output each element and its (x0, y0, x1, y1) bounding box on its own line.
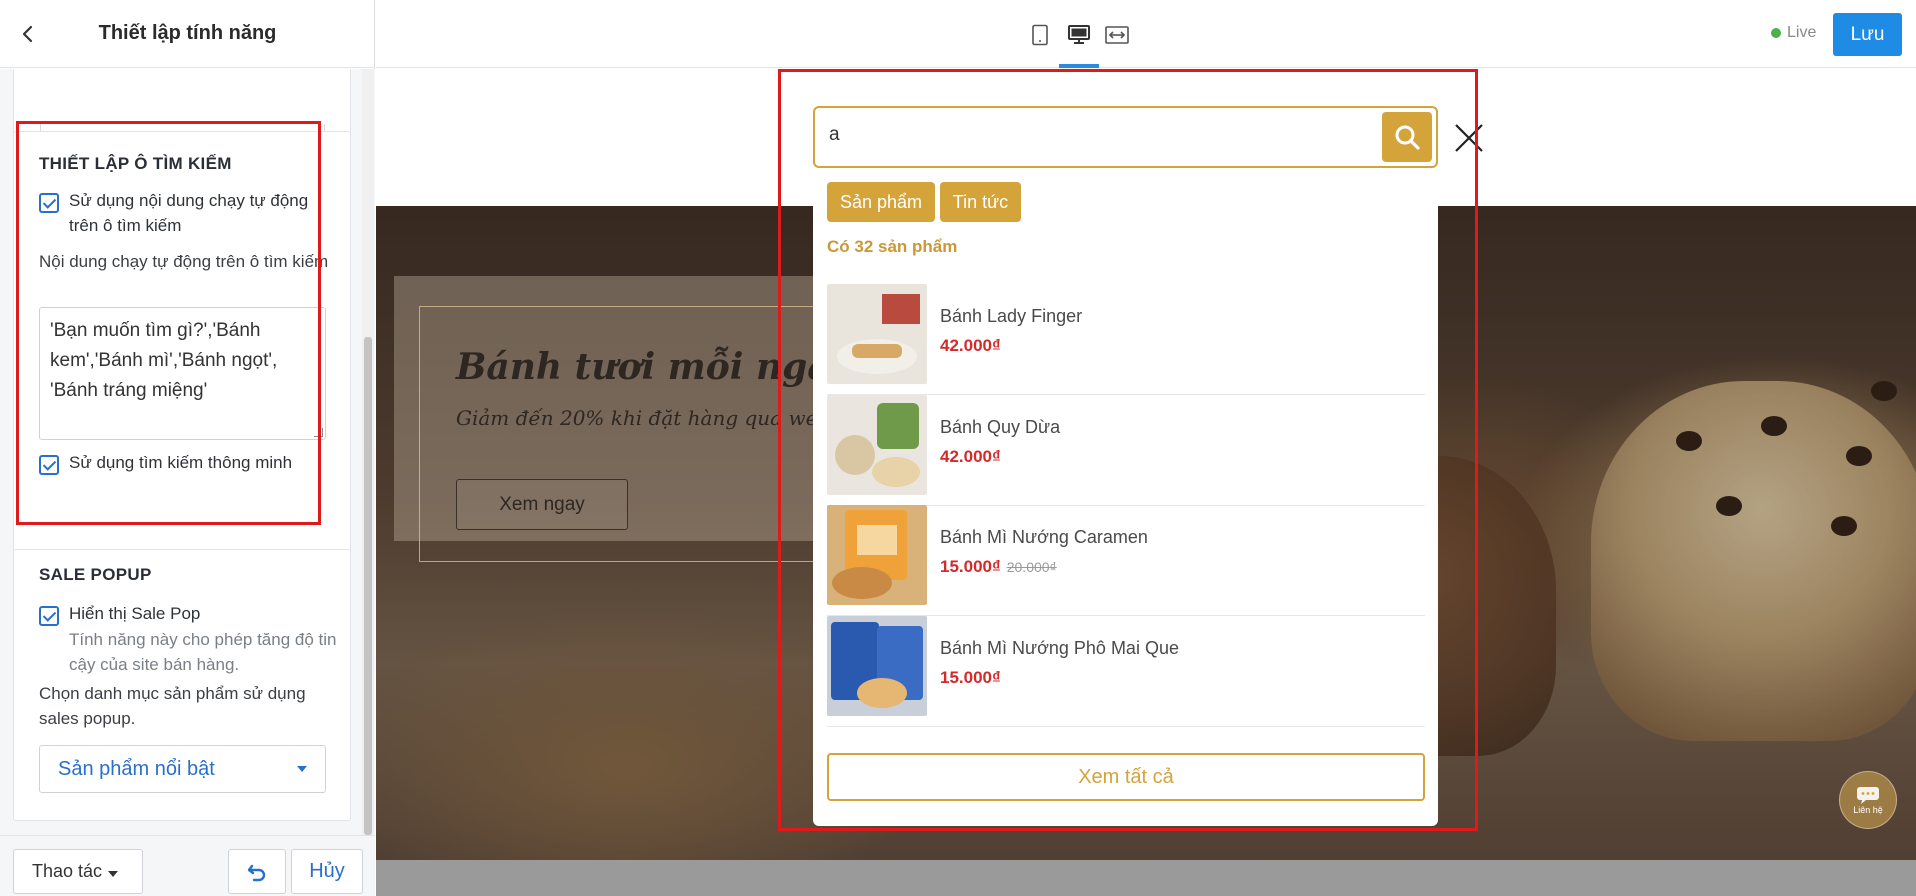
undo-icon (247, 864, 266, 881)
search-input[interactable]: a (813, 106, 1438, 168)
view-all-button[interactable]: Xem tất cả (827, 753, 1425, 801)
auto-text-textarea[interactable]: 'Bạn muốn tìm gì?','Bánh kem','Bánh mì',… (39, 307, 326, 440)
category-label: Chọn danh mục sản phẩm sử dụng sales pop… (39, 684, 306, 728)
scrollbar-thumb[interactable] (364, 337, 372, 835)
hero-title: Bánh tươi mỗi ngày (456, 346, 852, 388)
panel-footer: Thao tác Hủy (0, 835, 375, 896)
product-price: 15.000₫ 20.000₫ (940, 557, 1057, 576)
product-old-price: 20.000₫ (1006, 559, 1057, 575)
desktop-view-icon[interactable] (1064, 20, 1094, 50)
cancel-button[interactable]: Hủy (291, 849, 363, 894)
show-sale-pop-checkbox[interactable] (39, 606, 59, 626)
resize-grip-icon[interactable] (314, 428, 323, 437)
search-results-dropdown: Sản phẩm Tin tức Có 32 sản phẩm Bánh Lad… (813, 170, 1438, 826)
sale-popup-card: SALE POPUP Hiển thị Sale Pop Tính năng n… (13, 549, 351, 821)
search-settings-heading: THIẾT LẬP Ô TÌM KIẾM (39, 154, 232, 173)
product-name: Bánh Mì Nướng Phô Mai Que (940, 638, 1179, 658)
sale-popup-heading: SALE POPUP (39, 565, 152, 584)
auto-text-label: Nội dung chạy tự động trên ô tìm kiếm (39, 252, 329, 271)
search-query: a (829, 124, 840, 145)
preview-toolbar: Live Lưu (376, 0, 1916, 68)
auto-text-checkbox[interactable] (39, 193, 59, 213)
product-name: Bánh Mì Nướng Caramen (940, 527, 1148, 547)
tab-products[interactable]: Sản phẩm (827, 182, 935, 222)
close-icon[interactable] (1452, 121, 1486, 155)
live-dot-icon (1771, 28, 1781, 38)
preview-bottom-strip (376, 860, 1916, 896)
hero-cta-button[interactable]: Xem ngay (456, 479, 628, 530)
save-button[interactable]: Lưu (1833, 13, 1902, 56)
result-item[interactable]: Bánh Mì Nướng Phô Mai Que 15.000₫ (827, 616, 1425, 727)
auto-text-checkbox-label: Sử dụng nội dung chạy tự động trên ô tìm… (69, 191, 309, 235)
product-thumbnail (827, 505, 927, 605)
hero-subtitle: Giảm đến 20% khi đặt hàng qua web (456, 406, 831, 430)
live-status: Live (1771, 24, 1816, 42)
settings-panel: Thiết lập tính năng THIẾT LẬP Ô TÌM KIẾM… (0, 0, 375, 896)
product-name: Bánh Quy Dừa (940, 417, 1061, 437)
product-thumbnail (827, 616, 927, 716)
search-button[interactable] (1382, 112, 1432, 162)
caret-down-icon (297, 766, 307, 772)
search-icon (1395, 125, 1420, 150)
product-thumbnail (827, 284, 927, 384)
product-name: Bánh Lady Finger (940, 306, 1083, 326)
panel-header: Thiết lập tính năng (0, 0, 375, 68)
undo-button[interactable] (228, 849, 286, 894)
smart-search-checkbox-label: Sử dụng tìm kiếm thông minh (69, 453, 293, 472)
actions-label: Thao tác (32, 861, 103, 881)
result-item[interactable]: Bánh Mì Nướng Caramen 15.000₫ 20.000₫ (827, 505, 1425, 616)
tab-news[interactable]: Tin tức (940, 182, 1021, 222)
search-settings-card: THIẾT LẬP Ô TÌM KIẾM Sử dụng nội dung ch… (13, 131, 351, 586)
back-icon[interactable] (14, 20, 42, 48)
result-item[interactable]: Bánh Quy Dừa 42.000₫ (827, 395, 1425, 506)
actions-dropdown-button[interactable]: Thao tác (13, 849, 143, 894)
mobile-view-icon[interactable] (1025, 20, 1055, 50)
product-thumbnail (827, 395, 927, 495)
panel-scroll-area[interactable]: THIẾT LẬP Ô TÌM KIẾM Sử dụng nội dung ch… (0, 69, 375, 835)
show-sale-pop-label: Hiển thị Sale Pop (69, 604, 201, 623)
active-view-indicator (1059, 64, 1099, 68)
result-item[interactable]: Bánh Lady Finger 42.000₫ (827, 284, 1425, 395)
category-select[interactable]: Sản phẩm nổi bật (39, 745, 326, 793)
auto-text-value: 'Bạn muốn tìm gì?','Bánh kem','Bánh mì',… (50, 320, 278, 401)
contact-label: Liên hệ (1853, 805, 1883, 815)
product-price: 15.000₫ (940, 668, 1001, 687)
product-price: 42.000₫ (940, 447, 1001, 466)
result-count: Có 32 sản phẩm (827, 237, 958, 256)
live-label: Live (1787, 24, 1817, 41)
product-price: 42.000₫ (940, 336, 1001, 355)
panel-title: Thiết lập tính năng (98, 22, 277, 44)
fullwidth-view-icon[interactable] (1102, 20, 1132, 50)
chat-icon (1857, 787, 1879, 804)
caret-down-icon (108, 871, 118, 877)
contact-button[interactable]: Liên hệ (1839, 771, 1897, 829)
category-select-value: Sản phẩm nổi bật (58, 757, 215, 780)
sale-pop-help-text: Tính năng này cho phép tăng độ tin cậy c… (69, 630, 337, 674)
smart-search-checkbox[interactable] (39, 455, 59, 475)
